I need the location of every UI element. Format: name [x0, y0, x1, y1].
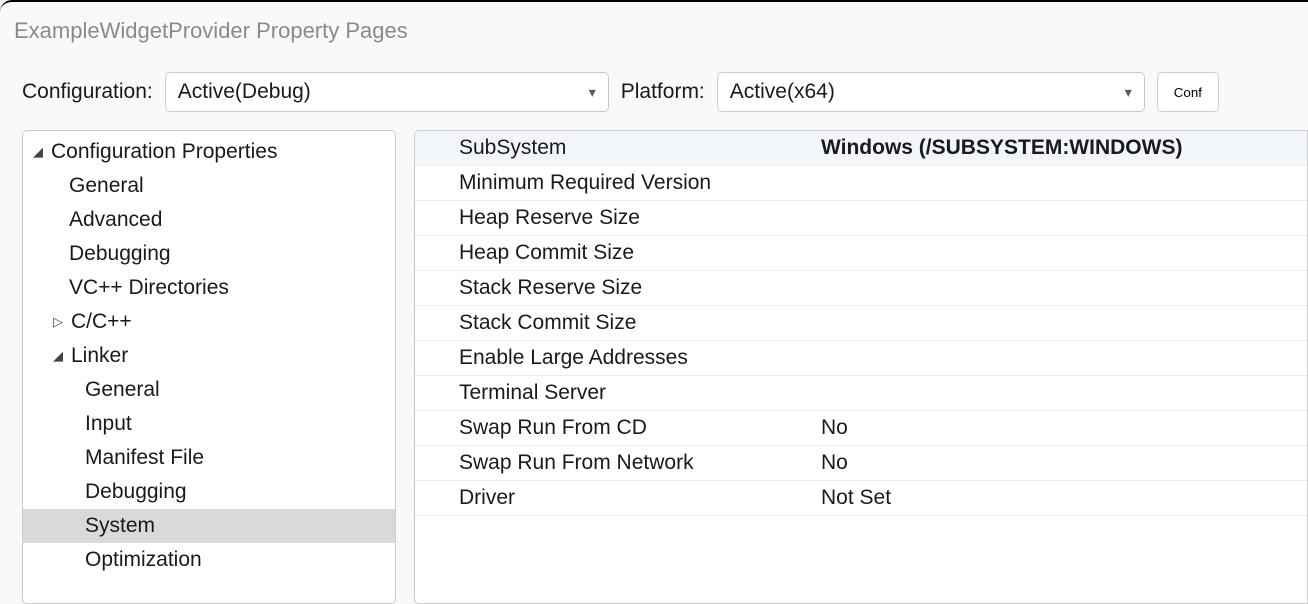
property-row[interactable]: Swap Run From Network No: [415, 446, 1307, 481]
property-name: Terminal Server: [415, 381, 815, 405]
tree-pane: ◢ Configuration Properties General Advan…: [22, 130, 396, 604]
property-name: SubSystem: [415, 136, 815, 160]
property-row[interactable]: Enable Large Addresses: [415, 341, 1307, 376]
tree-root-configuration-properties[interactable]: ◢ Configuration Properties: [23, 135, 395, 169]
tree-item-linker-debugging[interactable]: Debugging: [23, 475, 395, 509]
property-row[interactable]: Stack Reserve Size: [415, 271, 1307, 306]
triangle-down-icon: ◢: [33, 144, 47, 160]
configuration-value: Active(Debug): [178, 80, 311, 104]
property-value: Windows (/SUBSYSTEM:WINDOWS): [815, 136, 1307, 160]
property-pages-window: ExampleWidgetProvider Property Pages Con…: [0, 0, 1308, 604]
configuration-dropdown[interactable]: Active(Debug) ▾: [165, 72, 609, 112]
tree-item-linker-system[interactable]: System: [23, 509, 395, 543]
tree-item-general[interactable]: General: [23, 169, 395, 203]
tree-item-linker-optimization[interactable]: Optimization: [23, 543, 395, 577]
property-name: Enable Large Addresses: [415, 346, 815, 370]
property-row[interactable]: Stack Commit Size: [415, 306, 1307, 341]
chevron-down-icon: ▾: [589, 84, 596, 101]
chevron-down-icon: ▾: [1125, 84, 1132, 101]
platform-label: Platform:: [621, 80, 705, 104]
tree-item-vcpp-directories[interactable]: VC++ Directories: [23, 271, 395, 305]
triangle-right-icon: ▷: [53, 314, 67, 330]
tree-item-linker-input[interactable]: Input: [23, 407, 395, 441]
tree-item-advanced[interactable]: Advanced: [23, 203, 395, 237]
tree-item-linker[interactable]: ◢ Linker: [23, 339, 395, 373]
property-name: Stack Commit Size: [415, 311, 815, 335]
property-row[interactable]: Minimum Required Version: [415, 166, 1307, 201]
content-area: ◢ Configuration Properties General Advan…: [0, 130, 1308, 604]
configuration-label: Configuration:: [22, 80, 153, 104]
top-toolbar: Configuration: Active(Debug) ▾ Platform:…: [0, 54, 1308, 130]
property-grid: SubSystem Windows (/SUBSYSTEM:WINDOWS) M…: [414, 130, 1308, 604]
property-row[interactable]: Driver Not Set: [415, 481, 1307, 516]
property-name: Minimum Required Version: [415, 171, 815, 195]
platform-value: Active(x64): [730, 80, 835, 104]
platform-dropdown[interactable]: Active(x64) ▾: [717, 72, 1145, 112]
configuration-manager-button[interactable]: Conf: [1157, 72, 1219, 112]
property-value: Not Set: [815, 486, 1307, 510]
property-name: Swap Run From CD: [415, 416, 815, 440]
window-title: ExampleWidgetProvider Property Pages: [0, 2, 1308, 54]
property-name: Heap Reserve Size: [415, 206, 815, 230]
property-name: Swap Run From Network: [415, 451, 815, 475]
property-row[interactable]: SubSystem Windows (/SUBSYSTEM:WINDOWS): [415, 131, 1307, 166]
tree-item-linker-manifest-file[interactable]: Manifest File: [23, 441, 395, 475]
property-name: Stack Reserve Size: [415, 276, 815, 300]
tree-item-ccpp[interactable]: ▷ C/C++: [23, 305, 395, 339]
property-name: Heap Commit Size: [415, 241, 815, 265]
tree-item-debugging[interactable]: Debugging: [23, 237, 395, 271]
property-row[interactable]: Heap Reserve Size: [415, 201, 1307, 236]
property-name: Driver: [415, 486, 815, 510]
tree-item-linker-general[interactable]: General: [23, 373, 395, 407]
property-value: No: [815, 416, 1307, 440]
triangle-down-icon: ◢: [53, 348, 67, 364]
property-row[interactable]: Heap Commit Size: [415, 236, 1307, 271]
property-row[interactable]: Terminal Server: [415, 376, 1307, 411]
property-value: No: [815, 451, 1307, 475]
property-row[interactable]: Swap Run From CD No: [415, 411, 1307, 446]
